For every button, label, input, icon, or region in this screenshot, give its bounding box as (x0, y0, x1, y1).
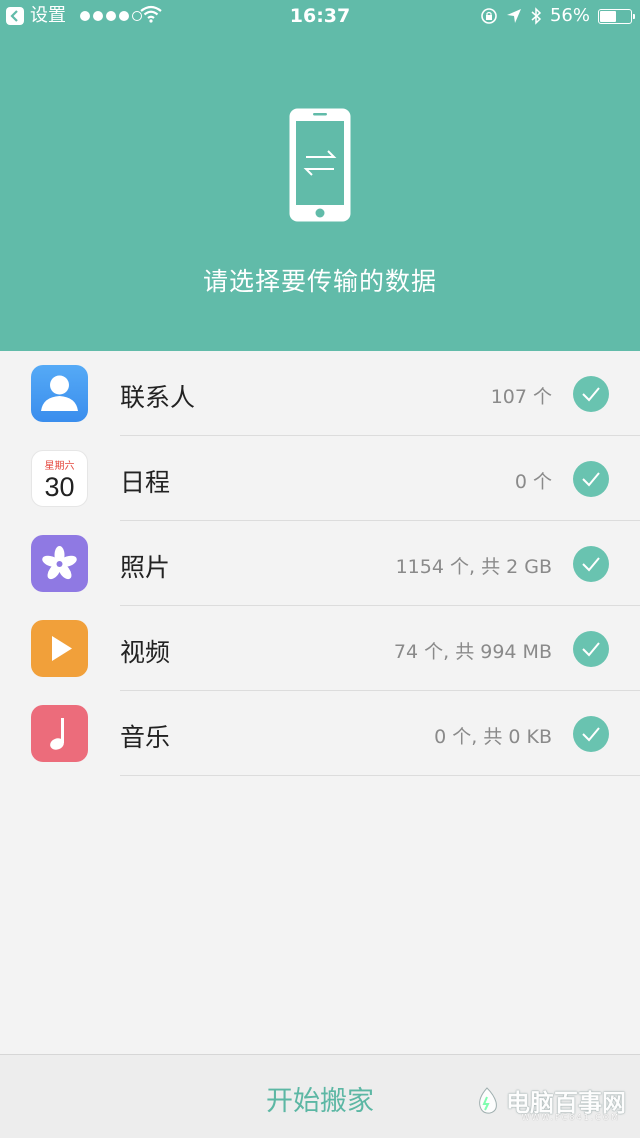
list-item-calendar[interactable]: 星期六 30 日程 0 个 (0, 436, 640, 521)
watermark-logo-icon (479, 1086, 497, 1114)
list-item-contacts[interactable]: 联系人 107 个 (0, 351, 640, 436)
check-icon[interactable] (573, 461, 609, 497)
list-item-music[interactable]: 音乐 0 个, 共 0 KB (0, 691, 640, 776)
check-icon[interactable] (573, 376, 609, 412)
check-icon[interactable] (573, 631, 609, 667)
item-count: 0 个, 共 0 KB (434, 726, 552, 748)
footer-bar: 开始搬家 电脑百事网 WWW.PC841.COM (0, 1054, 640, 1138)
photos-icon (31, 535, 88, 592)
watermark-url: WWW.PC841.COM (521, 1113, 620, 1122)
watermark: 电脑百事网 WWW.PC841.COM (472, 1083, 626, 1122)
calendar-icon: 星期六 30 (31, 450, 88, 507)
bluetooth-icon (531, 7, 542, 25)
item-label: 联系人 (120, 383, 196, 412)
item-count: 74 个, 共 994 MB (393, 641, 552, 663)
item-label: 音乐 (120, 723, 171, 752)
divider (120, 775, 640, 776)
calendar-day: 30 (44, 472, 75, 502)
item-label: 照片 (120, 553, 171, 582)
item-count: 0 个 (514, 471, 552, 493)
video-icon (31, 620, 88, 677)
check-icon[interactable] (573, 546, 609, 582)
status-bar: 设置 16:37 56% (0, 0, 640, 34)
page-title: 请选择要传输的数据 (202, 267, 437, 296)
list-item-video[interactable]: 视频 74 个, 共 994 MB (0, 606, 640, 691)
location-icon (506, 9, 521, 23)
item-label: 日程 (120, 468, 171, 497)
contacts-icon (31, 365, 88, 422)
item-label: 视频 (120, 638, 171, 667)
check-icon[interactable] (573, 716, 609, 752)
status-right: 56% (480, 5, 635, 27)
list-item-photos[interactable]: 照片 1154 个, 共 2 GB (0, 521, 640, 606)
rotation-lock-icon (481, 8, 497, 24)
music-icon (31, 705, 88, 762)
calendar-weekday: 星期六 (44, 461, 75, 472)
item-count: 1154 个, 共 2 GB (395, 556, 552, 578)
item-count: 107 个 (490, 386, 552, 408)
phone-transfer-icon (288, 107, 352, 227)
battery-icon (598, 8, 635, 24)
battery-percent: 56% (549, 5, 590, 26)
header: 设置 16:37 56% 请选择要传输的数据 (0, 0, 640, 351)
data-type-list: 联系人 107 个 星期六 30 日程 0 个 照片 1154 个, 共 2 G… (0, 351, 640, 776)
